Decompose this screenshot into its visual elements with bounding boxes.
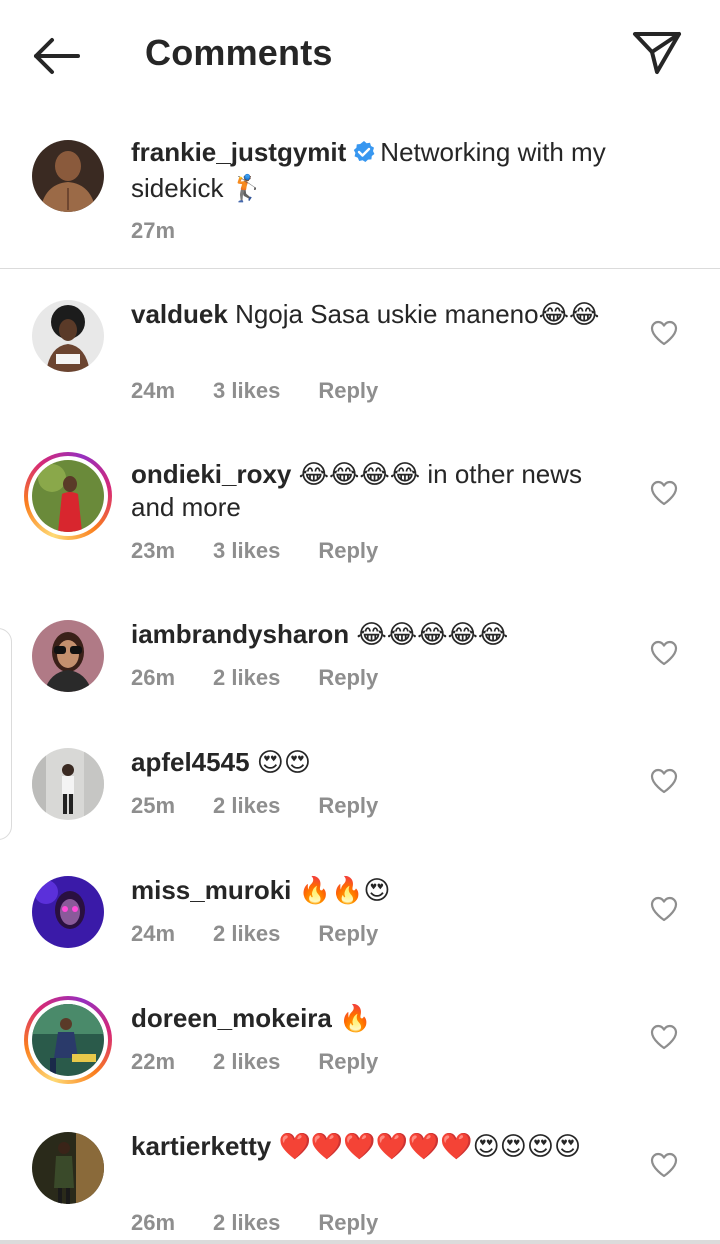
avatar[interactable] [32, 300, 104, 372]
arrow-left-icon [34, 38, 80, 74]
caption-text-block: frankie_justgymit Networking with my side… [131, 136, 631, 205]
comment-time: 22m [131, 1049, 176, 1074]
avatar[interactable] [32, 140, 104, 212]
comment-time: 26m [131, 1210, 176, 1235]
comment-time: 23m [131, 538, 176, 563]
share-button[interactable] [630, 26, 684, 80]
heart-icon[interactable] [650, 1024, 678, 1050]
comment-text-block: valduek Ngoja Sasa uskie maneno😂😂 [131, 298, 631, 331]
comment-username[interactable]: ondieki_roxy [131, 459, 291, 489]
comment-meta: 26m 2 likes Reply [131, 1210, 416, 1236]
heart-icon[interactable] [650, 768, 678, 794]
comment-likes[interactable]: 2 likes [213, 921, 280, 947]
bottom-divider [0, 1240, 720, 1244]
comment-time: 26m [131, 665, 176, 690]
reply-button[interactable]: Reply [318, 921, 378, 947]
caption-time: 27m [131, 218, 176, 243]
comment-username[interactable]: valduek [131, 299, 228, 329]
comment-meta: 26m 2 likes Reply [131, 665, 416, 691]
comment-meta: 22m 2 likes Reply [131, 1049, 416, 1075]
comment-username[interactable]: doreen_mokeira [131, 1003, 332, 1033]
comment-text: 😂😂😂😂😂 [356, 619, 509, 649]
divider [0, 268, 720, 269]
comment-text-block: doreen_mokeira 🔥 [131, 1002, 631, 1035]
comment-text: Ngoja Sasa uskie maneno😂😂 [235, 299, 600, 329]
comment-time: 24m [131, 378, 176, 403]
comment-text-block: kartierketty ❤️❤️❤️❤️❤️❤️😍😍😍😍 [131, 1130, 631, 1163]
reply-button[interactable]: Reply [318, 1210, 378, 1236]
heart-icon[interactable] [650, 896, 678, 922]
reply-button[interactable]: Reply [318, 378, 378, 404]
comment-text-block: apfel4545 😍😍 [131, 746, 631, 779]
back-button[interactable] [28, 32, 84, 80]
comment-likes[interactable]: 2 likes [213, 1049, 280, 1075]
reply-button[interactable]: Reply [318, 665, 378, 691]
avatar[interactable] [32, 1132, 104, 1204]
comment-text: 😍😍 [256, 747, 311, 777]
comment-username[interactable]: apfel4545 [131, 747, 250, 777]
comment-meta: 24m 2 likes Reply [131, 921, 416, 947]
caption-username[interactable]: frankie_justgymit [131, 137, 346, 167]
page-title: Comments [145, 32, 333, 73]
comment-meta: 23m 3 likes Reply [131, 538, 416, 564]
comment-username[interactable]: iambrandysharon [131, 619, 349, 649]
avatar[interactable] [32, 748, 104, 820]
comment-text-block: iambrandysharon 😂😂😂😂😂 [131, 618, 631, 651]
comment-time: 24m [131, 921, 176, 946]
comment-likes[interactable]: 2 likes [213, 793, 280, 819]
story-ring[interactable] [24, 996, 112, 1084]
comment-text: ❤️❤️❤️❤️❤️❤️😍😍😍😍 [278, 1131, 582, 1161]
heart-icon[interactable] [650, 1152, 678, 1178]
comment-text: 🔥🔥😍 [298, 875, 391, 905]
story-ring[interactable] [24, 452, 112, 540]
comment-likes[interactable]: 2 likes [213, 665, 280, 691]
top-bar: Comments [0, 0, 720, 108]
comment-meta: 25m 2 likes Reply [131, 793, 416, 819]
edge-panel-handle[interactable] [0, 628, 12, 840]
send-paper-plane-icon [633, 32, 681, 74]
reply-button[interactable]: Reply [318, 538, 378, 564]
reply-button[interactable]: Reply [318, 1049, 378, 1075]
reply-button[interactable]: Reply [318, 793, 378, 819]
comment-username[interactable]: kartierketty [131, 1131, 271, 1161]
post-caption: frankie_justgymit Networking with my side… [0, 120, 720, 268]
comment-time: 25m [131, 793, 176, 818]
avatar [32, 1004, 104, 1076]
comment-text-block: ondieki_roxy 😂😂😂😂 in other news and more [131, 458, 631, 524]
comment-meta: 24m 3 likes Reply [131, 378, 416, 404]
heart-icon[interactable] [650, 640, 678, 666]
avatar[interactable] [32, 876, 104, 948]
avatar [32, 460, 104, 532]
caption-meta: 27m [131, 218, 213, 244]
heart-icon[interactable] [650, 480, 678, 506]
comment-text-block: miss_muroki 🔥🔥😍 [131, 874, 631, 907]
verified-badge-icon [352, 139, 376, 172]
comment-likes[interactable]: 3 likes [213, 378, 280, 404]
comment-username[interactable]: miss_muroki [131, 875, 291, 905]
comment-likes[interactable]: 3 likes [213, 538, 280, 564]
heart-icon[interactable] [650, 320, 678, 346]
comment-likes[interactable]: 2 likes [213, 1210, 280, 1236]
comment-text: 🔥 [339, 1003, 372, 1033]
avatar[interactable] [32, 620, 104, 692]
